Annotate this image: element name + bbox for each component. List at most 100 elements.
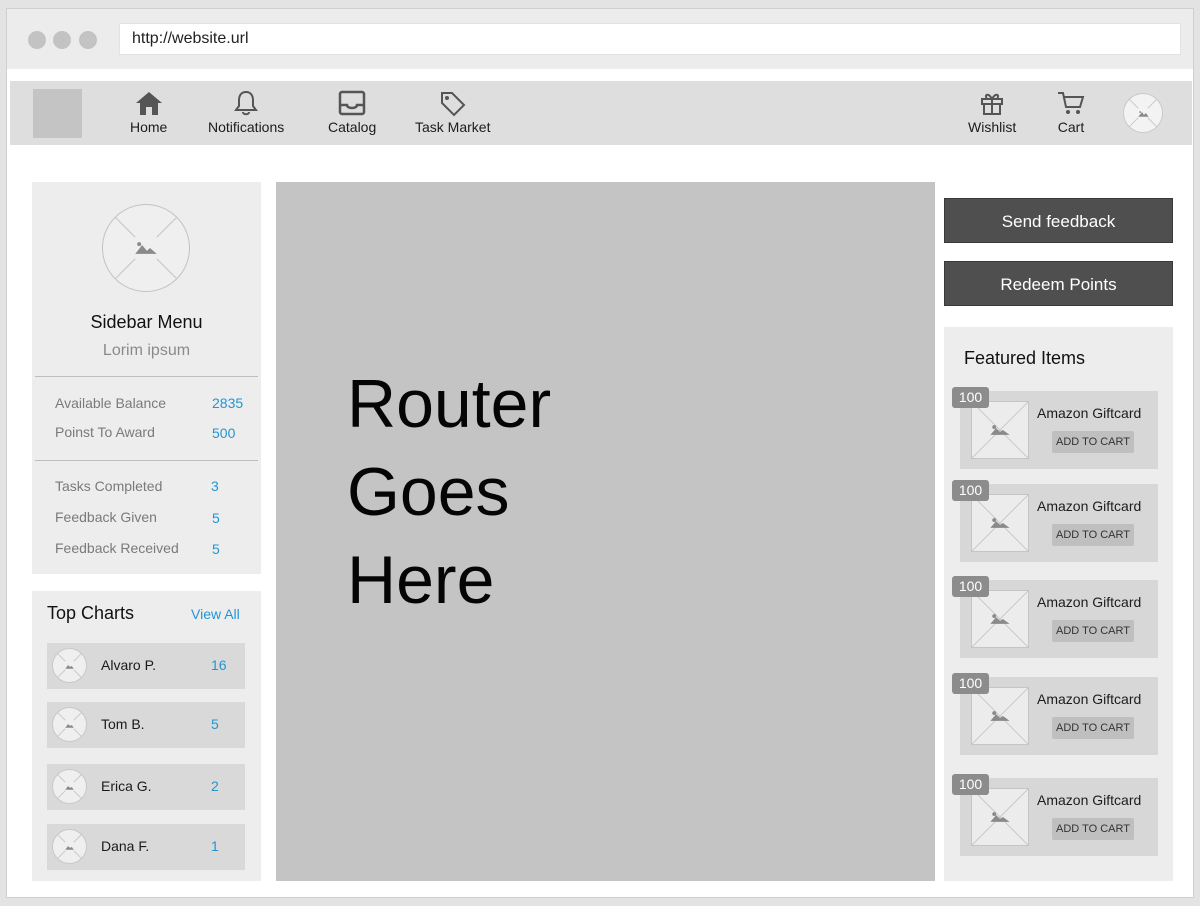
featured-items-title: Featured Items (964, 348, 1086, 368)
featured-items: Featured Items 100 Amazon Giftcard ADD T… (944, 327, 1173, 881)
browser-chrome: http://website.url (7, 9, 1193, 69)
nav-label-home: Home (130, 119, 168, 135)
stat-label-tasks-completed: Tasks Completed (55, 478, 163, 494)
view-all-link[interactable]: View All (191, 606, 240, 622)
redeem-points-button[interactable]: Redeem Points (944, 261, 1173, 306)
points-badge: 100 (952, 387, 989, 408)
window-maximize-dot[interactable] (79, 31, 97, 49)
divider (35, 460, 258, 461)
stat-value-tasks-completed: 3 (211, 478, 219, 494)
points-badge: 100 (952, 774, 989, 795)
image-placeholder-icon (972, 402, 1028, 458)
points-badge: 100 (952, 576, 989, 597)
home-icon (135, 92, 162, 115)
nav-item-home[interactable]: Home (130, 89, 167, 135)
top-charts: Top Charts View All Alvaro P. 16 Tom B. … (32, 591, 261, 881)
stat-value-feedback-received: 5 (212, 541, 220, 557)
points-badge: 100 (952, 673, 989, 694)
leaderboard-score: 1 (211, 838, 219, 854)
add-to-cart-button[interactable]: ADD TO CART (1052, 620, 1134, 642)
leaderboard-score: 2 (211, 778, 219, 794)
nav-item-catalog[interactable]: Catalog (328, 89, 376, 135)
nav-item-task-market[interactable]: Task Market (415, 89, 490, 135)
tag-icon (440, 92, 466, 117)
leaderboard-row[interactable]: Dana F. 1 (47, 824, 245, 870)
item-name: Amazon Giftcard (1037, 498, 1142, 514)
item-name: Amazon Giftcard (1037, 594, 1142, 610)
image-placeholder-icon (57, 712, 82, 737)
window-minimize-dot[interactable] (53, 31, 71, 49)
item-image (971, 590, 1029, 648)
featured-item[interactable]: 100 Amazon Giftcard ADD TO CART (952, 576, 1158, 658)
nav-label-notifications: Notifications (208, 119, 285, 135)
image-placeholder-icon (57, 834, 82, 859)
stat-label-feedback-received: Feedback Received (55, 540, 179, 556)
item-image (971, 687, 1029, 745)
leaderboard-row[interactable]: Alvaro P. 16 (47, 643, 245, 689)
add-to-cart-button[interactable]: ADD TO CART (1052, 717, 1134, 739)
item-name: Amazon Giftcard (1037, 792, 1142, 808)
image-placeholder-icon (115, 217, 177, 279)
nav-label-catalog: Catalog (328, 119, 377, 135)
user-avatar[interactable] (1123, 93, 1163, 133)
sidebar-avatar (102, 204, 190, 292)
item-image (971, 788, 1029, 846)
divider (35, 376, 258, 377)
leaderboard-name: Alvaro P. (101, 657, 156, 673)
leaderboard-row[interactable]: Tom B. 5 (47, 702, 245, 748)
stat-value-feedback-given: 5 (212, 510, 220, 526)
featured-item[interactable]: 100 Amazon Giftcard ADD TO CART (952, 480, 1158, 562)
sidebar-menu: Sidebar Menu Lorim ipsum Available Balan… (32, 182, 261, 574)
inbox-icon (338, 90, 366, 116)
image-placeholder-icon (972, 495, 1028, 551)
window-close-dot[interactable] (28, 31, 46, 49)
top-nav: Home Notifications Catalog Task Market W… (10, 81, 1192, 145)
url-bar[interactable]: http://website.url (119, 23, 1181, 55)
cart-icon (1058, 92, 1085, 114)
stat-label-available-balance: Available Balance (55, 395, 167, 411)
send-feedback-button[interactable]: Send feedback (944, 198, 1173, 243)
router-line: Here (347, 542, 495, 618)
bell-icon (234, 90, 259, 116)
image-placeholder-icon (57, 653, 82, 678)
nav-item-cart[interactable]: Cart (1056, 89, 1086, 135)
leaderboard-name: Dana F. (101, 838, 150, 854)
stat-label-points-to-award: Poinst To Award (55, 424, 155, 440)
avatar (52, 707, 87, 742)
leaderboard-name: Tom B. (101, 716, 145, 732)
sidebar-subtitle: Lorim ipsum (102, 342, 191, 359)
add-to-cart-button[interactable]: ADD TO CART (1052, 524, 1134, 546)
image-placeholder-icon (972, 591, 1028, 647)
item-name: Amazon Giftcard (1037, 405, 1142, 421)
router-line: Goes (347, 454, 510, 530)
gift-icon (981, 93, 1004, 115)
item-image (971, 494, 1029, 552)
add-to-cart-button[interactable]: ADD TO CART (1052, 818, 1134, 840)
avatar (52, 829, 87, 864)
top-charts-title: Top Charts (47, 603, 135, 623)
stat-value-available-balance: 2835 (212, 395, 244, 411)
router-line: Router (347, 366, 552, 442)
leaderboard-row[interactable]: Erica G. 2 (47, 764, 245, 810)
stat-value-points-to-award: 500 (212, 425, 236, 441)
item-image (971, 401, 1029, 459)
leaderboard-score: 5 (211, 716, 219, 732)
avatar (52, 648, 87, 683)
logo[interactable] (33, 89, 82, 138)
router-placeholder-text: Router Goes Here (347, 360, 551, 624)
nav-label-cart: Cart (1057, 119, 1085, 135)
add-to-cart-button[interactable]: ADD TO CART (1052, 431, 1134, 453)
leaderboard-name: Erica G. (101, 778, 152, 794)
nav-item-wishlist[interactable]: Wishlist (968, 89, 1016, 135)
nav-item-notifications[interactable]: Notifications (208, 89, 284, 135)
avatar (52, 769, 87, 804)
leaderboard-score: 16 (211, 657, 227, 673)
featured-item[interactable]: 100 Amazon Giftcard ADD TO CART (952, 673, 1158, 755)
image-placeholder-icon (57, 774, 82, 799)
nav-label-wishlist: Wishlist (968, 119, 1017, 135)
featured-item[interactable]: 100 Amazon Giftcard ADD TO CART (952, 774, 1158, 856)
featured-item[interactable]: 100 Amazon Giftcard ADD TO CART (952, 387, 1158, 469)
router-outlet: Router Goes Here (276, 182, 935, 881)
points-badge: 100 (952, 480, 989, 501)
sidebar-title: Sidebar Menu (90, 312, 203, 332)
